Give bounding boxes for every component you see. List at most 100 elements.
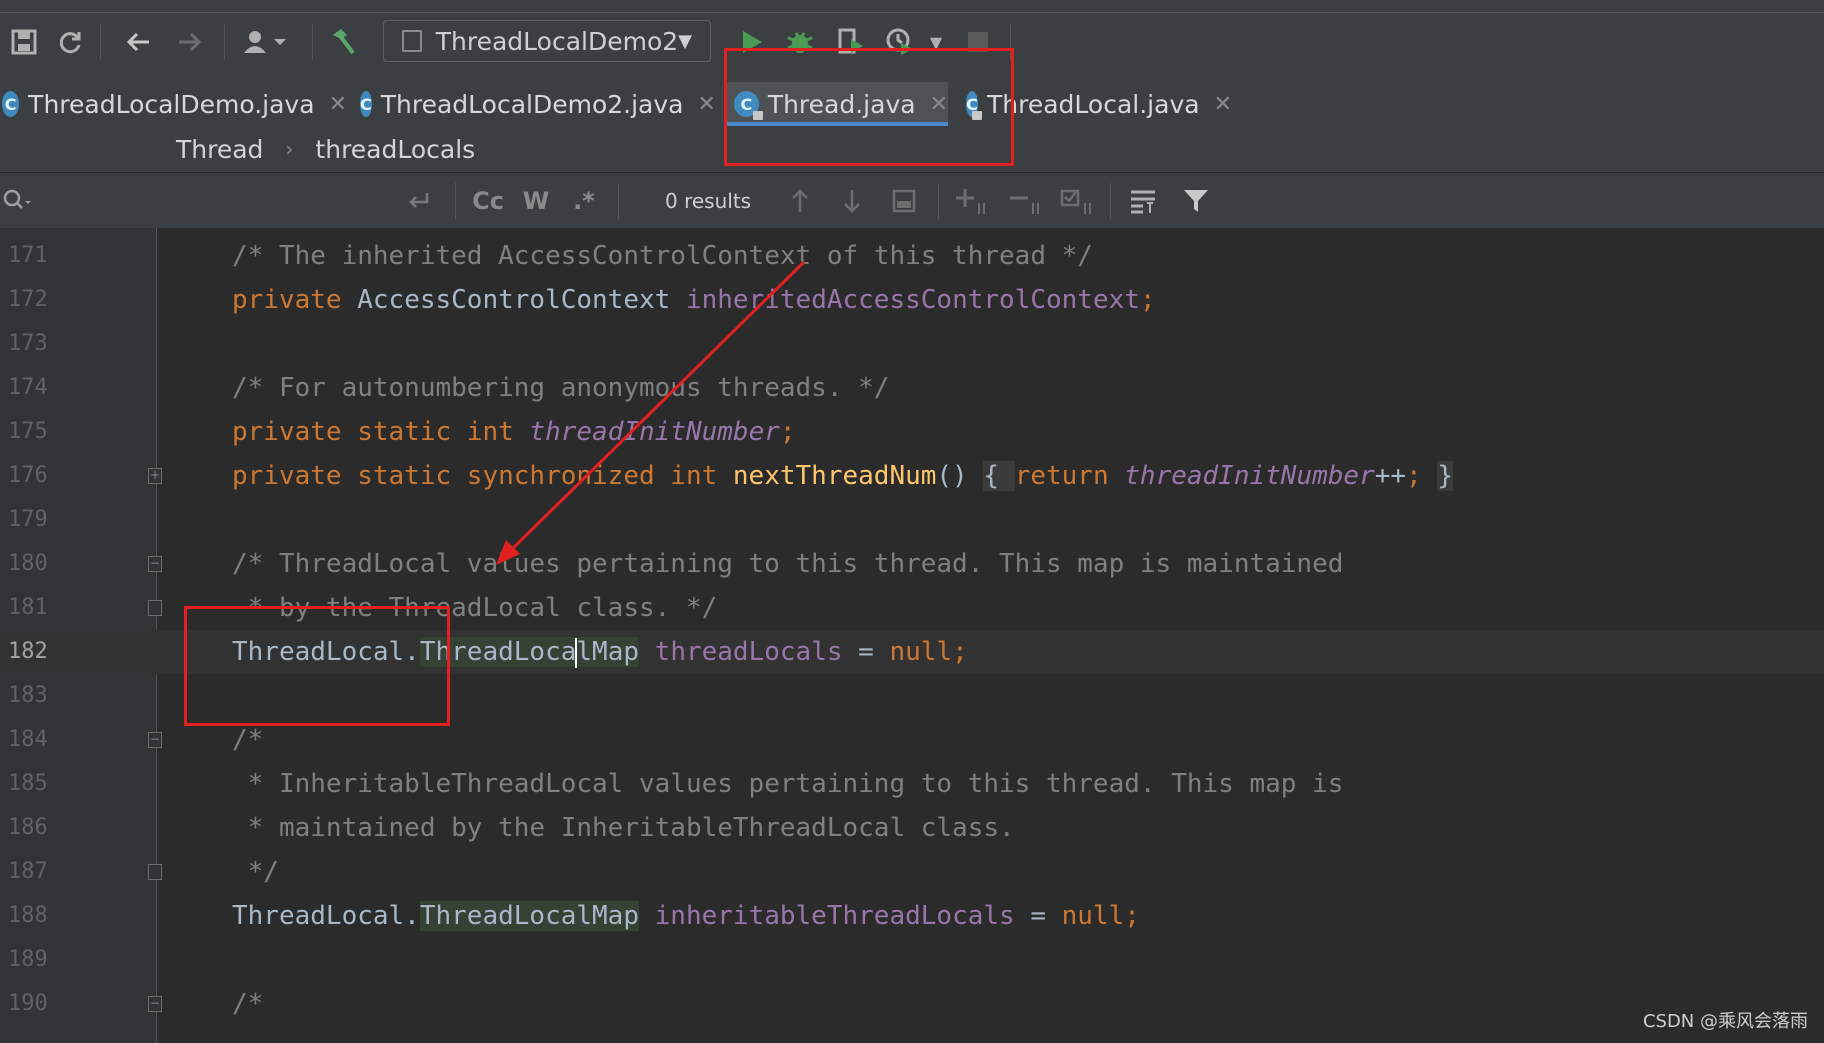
tab-label: ThreadLocal.java — [987, 89, 1200, 119]
back-icon[interactable] — [118, 22, 158, 62]
line-number: 176 — [8, 463, 48, 488]
code-line: 174 /* For autonumbering anonymous threa… — [0, 366, 1824, 410]
code-text: /* — [232, 989, 264, 1019]
code-text: private static synchronized int nextThre… — [232, 461, 1453, 491]
code-line: 176 + private static synchronized int ne… — [0, 454, 1824, 498]
code-line: 180 − /* ThreadLocal values pertaining t… — [0, 542, 1824, 586]
tab-label: ThreadLocalDemo.java — [28, 89, 315, 119]
line-number: 187 — [8, 859, 48, 884]
find-separator — [1110, 183, 1111, 219]
find-separator — [455, 183, 456, 219]
arrow-down-icon[interactable] — [834, 181, 870, 221]
find-bar: Cc W .* 0 results — [0, 173, 1824, 229]
line-number: 186 — [8, 815, 48, 840]
code-text: /* The inherited AccessControlContext of… — [232, 241, 1093, 271]
line-number: 185 — [8, 771, 48, 796]
chevron-down-icon: ▼ — [678, 30, 692, 52]
breadcrumb-field[interactable]: threadLocals — [315, 135, 475, 164]
java-class-icon: C — [2, 91, 20, 117]
fold-collapse-icon[interactable]: − — [148, 732, 162, 748]
fold-end-icon[interactable] — [148, 600, 162, 616]
regex-button[interactable]: .* — [566, 181, 602, 221]
code-text: */ — [232, 857, 279, 887]
code-line: 187 */ — [0, 850, 1824, 894]
toolbar-divider — [0, 12, 1824, 13]
search-results-count: 0 results — [665, 189, 752, 213]
breadcrumb-class[interactable]: Thread — [176, 135, 263, 164]
save-icon[interactable] — [4, 22, 44, 62]
tab-threadlocaldemo[interactable]: C ThreadLocalDemo.java ✕ — [2, 82, 347, 126]
code-line: 179 — [0, 498, 1824, 542]
code-line: 190 − /* — [0, 982, 1824, 1026]
fold-expand-icon[interactable]: + — [148, 468, 162, 484]
add-occurrence-icon[interactable] — [952, 181, 992, 221]
code-line: 175 private static int threadInitNumber; — [0, 410, 1824, 454]
code-line: 172 private AccessControlContext inherit… — [0, 278, 1824, 322]
code-text: /* ThreadLocal values pertaining to this… — [232, 549, 1344, 579]
line-number: 190 — [8, 991, 48, 1016]
symbol-highlight: ThreadLocalMap — [419, 901, 639, 931]
filter-icon[interactable] — [1176, 181, 1216, 221]
arrow-up-icon[interactable] — [782, 181, 818, 221]
line-number: 173 — [8, 331, 48, 356]
select-all-occurrences-icon[interactable] — [886, 181, 922, 221]
whole-words-button[interactable]: W — [518, 181, 554, 221]
line-number: 181 — [8, 595, 48, 620]
annotation-box-threadlocals — [184, 606, 450, 726]
close-icon[interactable]: ✕ — [697, 92, 715, 117]
code-line: 171 /* The inherited AccessControlContex… — [0, 234, 1824, 278]
run-configuration-label: ThreadLocalDemo2 — [435, 26, 679, 56]
fold-collapse-icon[interactable]: − — [148, 996, 162, 1012]
find-separator — [618, 183, 619, 219]
sync-icon[interactable] — [50, 22, 90, 62]
code-text: private static int threadInitNumber; — [232, 417, 796, 447]
line-number: 189 — [8, 947, 48, 972]
java-class-icon: C — [360, 91, 372, 117]
toolbar-separator — [100, 24, 101, 60]
build-hammer-icon[interactable] — [322, 22, 362, 62]
tab-label: ThreadLocalDemo2.java — [380, 89, 684, 119]
close-icon[interactable]: ✕ — [329, 92, 347, 117]
new-line-icon[interactable] — [398, 181, 438, 221]
code-text: * maintained by the InheritableThreadLoc… — [232, 813, 1015, 843]
code-line: 186 * maintained by the InheritableThrea… — [0, 806, 1824, 850]
line-number: 183 — [8, 683, 48, 708]
window-icon — [402, 30, 422, 52]
line-number: 175 — [8, 419, 48, 444]
toolbar-separator — [312, 24, 313, 60]
fold-end-icon[interactable] — [148, 864, 162, 880]
forward-icon[interactable] — [170, 22, 210, 62]
remove-occurrence-icon[interactable] — [1006, 181, 1046, 221]
run-configuration-select[interactable]: ThreadLocalDemo2 ▼ — [383, 20, 711, 62]
toolbar-separator — [224, 24, 225, 60]
match-case-button[interactable]: Cc — [468, 181, 508, 221]
code-line: 173 — [0, 322, 1824, 366]
chevron-right-icon: › — [285, 137, 294, 161]
annotation-box-thread-tab — [724, 48, 1014, 166]
code-text: private AccessControlContext inheritedAc… — [232, 285, 1156, 315]
code-line: 185 * InheritableThreadLocal values pert… — [0, 762, 1824, 806]
code-line: 189 — [0, 938, 1824, 982]
line-number: 182 — [8, 639, 48, 664]
code-text: * InheritableThreadLocal values pertaini… — [232, 769, 1344, 799]
line-number: 184 — [8, 727, 48, 752]
select-all-matches-icon[interactable] — [1058, 181, 1098, 221]
line-number: 174 — [8, 375, 48, 400]
close-icon[interactable]: ✕ — [1214, 92, 1232, 117]
code-text: /* For autonumbering anonymous threads. … — [232, 373, 890, 403]
search-icon[interactable] — [0, 181, 36, 221]
line-number: 171 — [8, 243, 48, 268]
line-number: 172 — [8, 287, 48, 312]
line-number: 188 — [8, 903, 48, 928]
line-number: 179 — [8, 507, 48, 532]
filter-options-icon[interactable] — [1124, 181, 1164, 221]
find-separator — [938, 183, 939, 219]
code-line: 188 ThreadLocal.ThreadLocalMap inheritab… — [0, 894, 1824, 938]
tab-threadlocaldemo2[interactable]: C ThreadLocalDemo2.java ✕ — [360, 82, 716, 126]
line-number: 180 — [8, 551, 48, 576]
watermark: CSDN @乘风会落雨 — [1642, 1011, 1808, 1032]
symbol-highlight: ThreadLocalMap — [419, 637, 640, 668]
code-text: ThreadLocal.ThreadLocalMap inheritableTh… — [232, 901, 1140, 931]
vcs-user-icon[interactable] — [240, 22, 296, 62]
fold-collapse-icon[interactable]: − — [148, 556, 162, 572]
